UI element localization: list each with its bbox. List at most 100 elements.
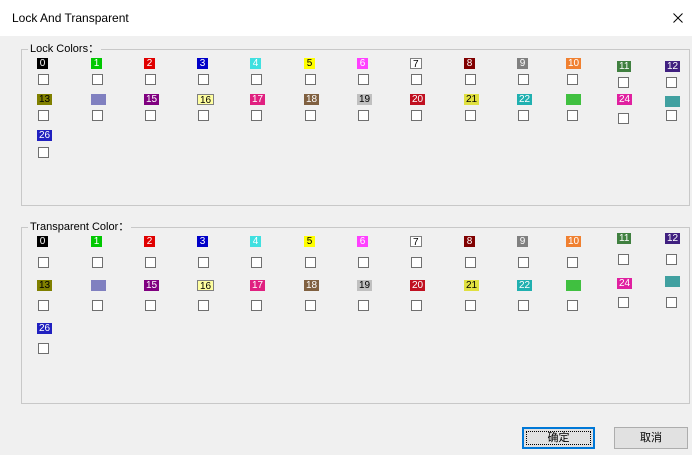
- lock-swatch-9: 9: [517, 58, 528, 69]
- transparent-swatch-24: 24: [617, 278, 633, 289]
- transparent-checkbox-8[interactable]: [465, 257, 476, 268]
- transparent-checkbox-22[interactable]: [518, 300, 529, 311]
- transparent-checkbox-0[interactable]: [38, 257, 49, 268]
- transparent-swatch-8: 8: [464, 236, 475, 247]
- transparent-swatch-11: 11: [617, 233, 632, 244]
- lock-swatch-0: 0: [37, 58, 48, 69]
- lock-checkbox-6[interactable]: [358, 74, 369, 85]
- lock-colors-label: Lock Colors：: [28, 42, 102, 56]
- transparent-swatch-2: 2: [144, 236, 155, 247]
- lock-checkbox-8[interactable]: [465, 74, 476, 85]
- lock-swatch-26: 26: [37, 130, 53, 141]
- focus-rect: [526, 431, 591, 445]
- transparent-color-label: Transparent Color：: [28, 220, 132, 234]
- lock-swatch-11: 11: [617, 61, 632, 72]
- transparent-checkbox-21[interactable]: [465, 300, 476, 311]
- lock-checkbox-5[interactable]: [305, 74, 316, 85]
- lock-checkbox-22[interactable]: [518, 110, 529, 121]
- transparent-swatch-19: 19: [357, 280, 373, 291]
- transparent-swatch-17: 17: [250, 280, 266, 291]
- transparent-checkbox-23[interactable]: [567, 300, 578, 311]
- transparent-checkbox-20[interactable]: [411, 300, 422, 311]
- lock-swatch-8: 8: [464, 58, 475, 69]
- lock-checkbox-14[interactable]: [92, 110, 103, 121]
- lock-swatch-6: 6: [357, 58, 368, 69]
- lock-swatch-1: 1: [91, 58, 102, 69]
- transparent-swatch-1: 1: [91, 236, 102, 247]
- transparent-checkbox-13[interactable]: [38, 300, 49, 311]
- lock-checkbox-10[interactable]: [567, 74, 578, 85]
- lock-swatch-13: 13: [37, 94, 53, 105]
- lock-checkbox-26[interactable]: [38, 147, 49, 158]
- lock-checkbox-0[interactable]: [38, 74, 49, 85]
- transparent-checkbox-1[interactable]: [92, 257, 103, 268]
- transparent-checkbox-16[interactable]: [198, 300, 209, 311]
- transparent-checkbox-26[interactable]: [38, 343, 49, 354]
- cancel-button-label: 取消: [640, 431, 662, 444]
- lock-swatch-19: 19: [357, 94, 373, 105]
- ok-button[interactable]: 确定: [522, 427, 595, 449]
- lock-checkbox-17[interactable]: [251, 110, 262, 121]
- transparent-swatch-4: 4: [250, 236, 261, 247]
- transparent-swatch-3: 3: [197, 236, 208, 247]
- lock-swatch-24: 24: [617, 94, 633, 105]
- transparent-checkbox-25[interactable]: [666, 297, 677, 308]
- transparent-checkbox-7[interactable]: [411, 257, 422, 268]
- lock-swatch-22: 22: [517, 94, 533, 105]
- lock-checkbox-2[interactable]: [145, 74, 156, 85]
- lock-checkbox-24[interactable]: [618, 113, 629, 124]
- lock-checkbox-20[interactable]: [411, 110, 422, 121]
- lock-checkbox-23[interactable]: [567, 110, 578, 121]
- lock-swatch-4: 4: [250, 58, 261, 69]
- transparent-color-group: Transparent Color：: [21, 220, 690, 404]
- transparent-checkbox-5[interactable]: [305, 257, 316, 268]
- lock-checkbox-15[interactable]: [145, 110, 156, 121]
- lock-colors-group: Lock Colors：: [21, 42, 690, 206]
- transparent-checkbox-24[interactable]: [618, 297, 629, 308]
- lock-swatch-3: 3: [197, 58, 208, 69]
- transparent-swatch-16: 16: [197, 280, 215, 292]
- transparent-checkbox-17[interactable]: [251, 300, 262, 311]
- transparent-swatch-12: 12: [665, 233, 681, 244]
- transparent-checkbox-4[interactable]: [251, 257, 262, 268]
- lock-checkbox-16[interactable]: [198, 110, 209, 121]
- lock-checkbox-7[interactable]: [411, 74, 422, 85]
- lock-checkbox-13[interactable]: [38, 110, 49, 121]
- lock-checkbox-1[interactable]: [92, 74, 103, 85]
- lock-checkbox-3[interactable]: [198, 74, 209, 85]
- lock-swatch-14: 14: [91, 94, 107, 105]
- lock-swatch-18: 18: [304, 94, 320, 105]
- lock-swatch-17: 17: [250, 94, 266, 105]
- transparent-checkbox-6[interactable]: [358, 257, 369, 268]
- lock-checkbox-11[interactable]: [618, 77, 629, 88]
- transparent-checkbox-14[interactable]: [92, 300, 103, 311]
- transparent-checkbox-3[interactable]: [198, 257, 209, 268]
- transparent-checkbox-10[interactable]: [567, 257, 578, 268]
- transparent-checkbox-19[interactable]: [358, 300, 369, 311]
- lock-checkbox-4[interactable]: [251, 74, 262, 85]
- transparent-checkbox-11[interactable]: [618, 254, 629, 265]
- transparent-checkbox-18[interactable]: [305, 300, 316, 311]
- lock-swatch-5: 5: [304, 58, 315, 69]
- lock-checkbox-21[interactable]: [465, 110, 476, 121]
- lock-swatch-20: 20: [410, 94, 426, 105]
- lock-checkbox-19[interactable]: [358, 110, 369, 121]
- transparent-swatch-22: 22: [517, 280, 533, 291]
- transparent-checkbox-12[interactable]: [666, 254, 677, 265]
- lock-swatch-25: 25: [665, 96, 681, 107]
- lock-checkbox-25[interactable]: [666, 110, 677, 121]
- transparent-checkbox-9[interactable]: [518, 257, 529, 268]
- close-button[interactable]: [664, 0, 692, 36]
- lock-checkbox-9[interactable]: [518, 74, 529, 85]
- transparent-checkbox-15[interactable]: [145, 300, 156, 311]
- lock-checkbox-12[interactable]: [666, 77, 677, 88]
- cancel-button[interactable]: 取消: [614, 427, 688, 449]
- transparent-swatch-23: 23: [566, 280, 582, 291]
- transparent-checkbox-2[interactable]: [145, 257, 156, 268]
- lock-checkbox-18[interactable]: [305, 110, 316, 121]
- transparent-swatch-18: 18: [304, 280, 320, 291]
- transparent-swatch-6: 6: [357, 236, 368, 247]
- window-title: Lock And Transparent: [12, 11, 129, 25]
- transparent-swatch-5: 5: [304, 236, 315, 247]
- transparent-swatch-21: 21: [464, 280, 480, 291]
